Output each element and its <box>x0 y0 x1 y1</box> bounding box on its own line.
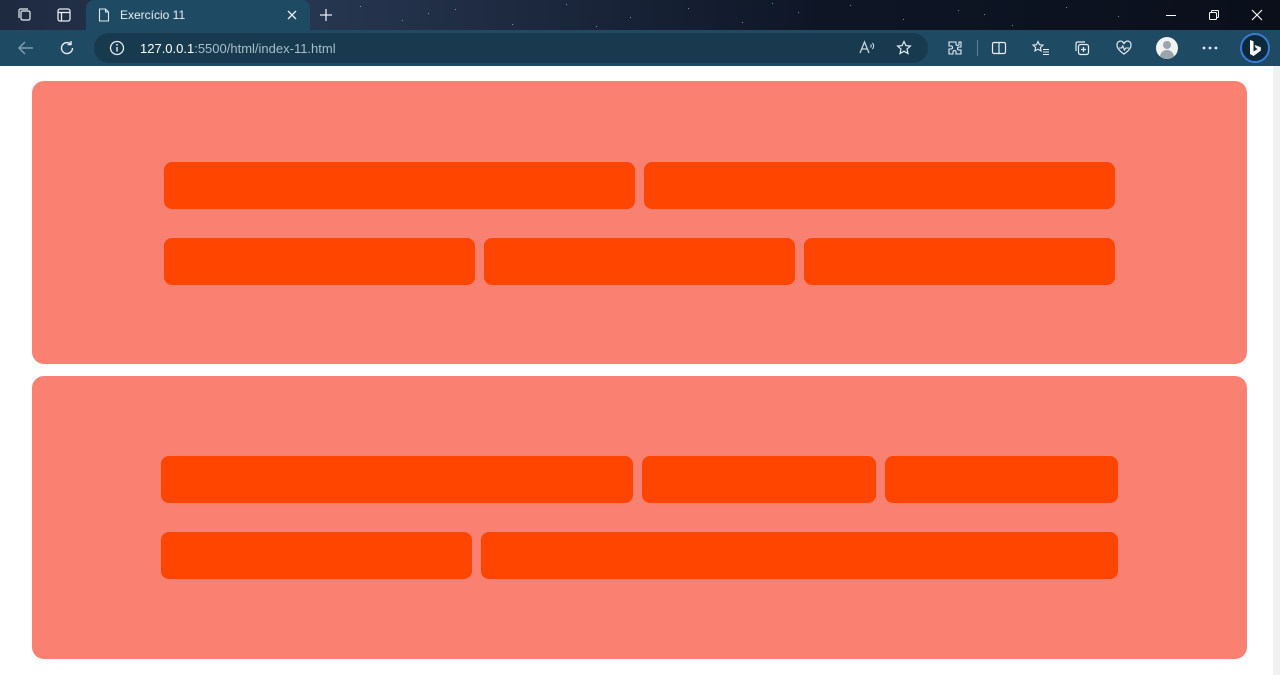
more-icon[interactable] <box>1199 37 1221 59</box>
tab-title: Exercício 11 <box>120 8 186 22</box>
block-2-4 <box>161 532 472 579</box>
block-2-5 <box>481 532 1118 579</box>
vertical-scrollbar[interactable] <box>1273 66 1280 675</box>
panel-2 <box>32 376 1247 659</box>
page-viewport <box>0 66 1273 675</box>
block-1-5 <box>804 238 1115 285</box>
url-path: :5500/html/index-11.html <box>194 41 336 56</box>
tab-actions-icon[interactable] <box>53 5 75 25</box>
star-icon[interactable] <box>893 37 915 59</box>
title-bar: Exercício 11 <box>0 0 1280 30</box>
page-icon <box>96 7 112 23</box>
block-1-1 <box>164 162 635 209</box>
plus-icon[interactable] <box>316 5 336 25</box>
read-aloud-icon[interactable] <box>856 37 878 59</box>
block-1-3 <box>164 238 475 285</box>
url-host: 127.0.0.1 <box>140 41 195 56</box>
close-icon[interactable] <box>282 5 302 25</box>
block-1-2 <box>644 162 1115 209</box>
panel-1 <box>32 81 1247 364</box>
toolbar: 127.0.0.1:5500/html/index-11.html <box>0 30 1280 66</box>
extensions-icon[interactable] <box>944 37 966 59</box>
split-screen-icon[interactable] <box>988 37 1010 59</box>
refresh-icon[interactable] <box>56 37 78 59</box>
url-text[interactable]: 127.0.0.1:5500/html/index-11.html <box>140 41 336 56</box>
block-1-4 <box>484 238 795 285</box>
heart-pulse-icon[interactable] <box>1113 37 1135 59</box>
block-2-3 <box>885 456 1118 503</box>
block-2-1 <box>161 456 633 503</box>
info-icon[interactable] <box>106 37 128 59</box>
toolbar-divider <box>977 40 978 56</box>
collections-icon[interactable] <box>1071 37 1093 59</box>
address-bar[interactable]: 127.0.0.1:5500/html/index-11.html <box>94 33 928 63</box>
tab-active[interactable]: Exercício 11 <box>86 0 310 30</box>
block-2-2 <box>642 456 876 503</box>
restore-icon[interactable] <box>1200 5 1228 25</box>
back-arrow-icon[interactable] <box>15 37 37 59</box>
workspaces-icon[interactable] <box>14 5 36 25</box>
minimize-icon[interactable] <box>1157 5 1185 25</box>
profile-icon[interactable] <box>1156 37 1178 59</box>
close-icon[interactable] <box>1243 5 1271 25</box>
bing-icon[interactable] <box>1240 33 1270 63</box>
favorites-icon[interactable] <box>1030 37 1052 59</box>
